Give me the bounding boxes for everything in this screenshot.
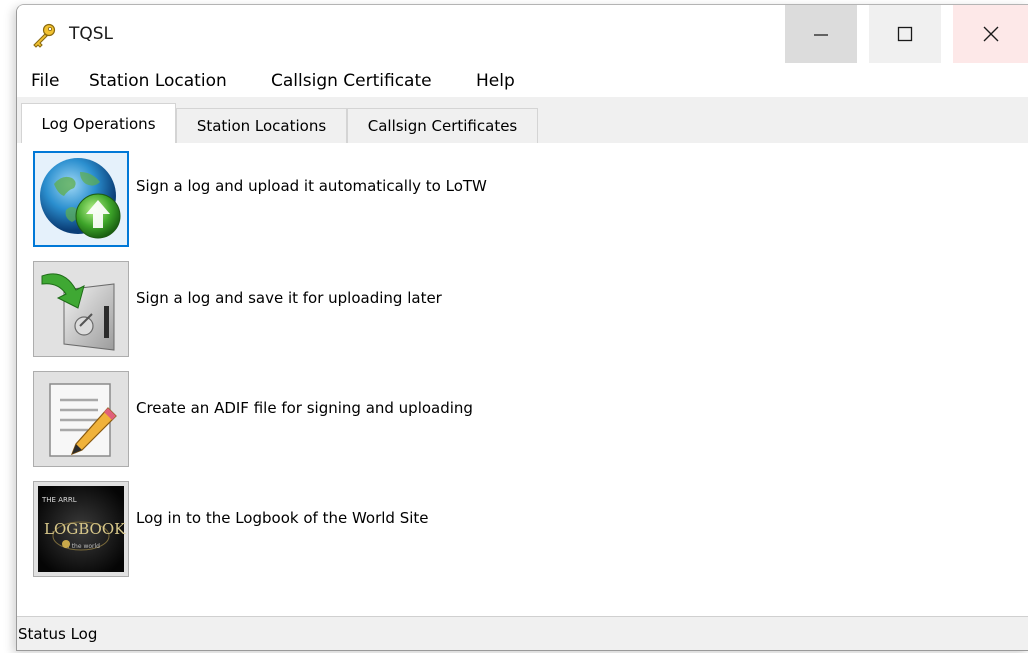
sign-and-upload-label: Sign a log and upload it automatically t… [136, 177, 487, 195]
svg-text:THE ARRL: THE ARRL [41, 496, 77, 504]
tab-label: Callsign Certificates [367, 117, 518, 135]
app-window: TQSL File Station Location Callsign Cert… [16, 4, 1028, 651]
save-disk-icon [41, 273, 115, 351]
tab-label: Log Operations [41, 114, 156, 133]
window-title: TQSL [69, 24, 114, 44]
tab-log-operations[interactable]: Log Operations [21, 103, 176, 143]
tab-strip: Log Operations Station Locations Callsig… [17, 97, 1028, 143]
document-pencil-icon [49, 383, 117, 457]
logbook-icon: THE ARRL LOGBOOK of the world [38, 486, 126, 572]
minimize-icon [814, 34, 828, 36]
menu-station-location[interactable]: Station Location [83, 69, 233, 93]
sign-and-upload-button[interactable] [33, 151, 129, 247]
tab-station-locations[interactable]: Station Locations [176, 108, 347, 143]
title-bar[interactable]: TQSL [17, 5, 1028, 63]
create-adif-label: Create an ADIF file for signing and uplo… [136, 399, 473, 417]
close-icon [983, 26, 999, 42]
create-adif-button[interactable] [33, 371, 129, 467]
log-operations-panel: Sign a log and upload it automatically t… [17, 143, 1028, 616]
key-icon [33, 23, 56, 48]
status-log-label: Status Log [18, 625, 98, 643]
tab-label: Station Locations [196, 117, 327, 135]
logbook-site-button[interactable]: THE ARRL LOGBOOK of the world [33, 481, 129, 577]
maximize-icon [897, 26, 913, 42]
status-log-panel[interactable]: Status Log [17, 617, 1028, 650]
tab-callsign-certificates[interactable]: Callsign Certificates [347, 108, 538, 143]
svg-text:LOGBOOK: LOGBOOK [44, 520, 126, 538]
sign-and-save-label: Sign a log and save it for uploading lat… [136, 289, 442, 307]
menu-bar: File Station Location Callsign Certifica… [17, 63, 1028, 97]
maximize-button[interactable] [869, 5, 941, 63]
globe-upload-icon [40, 158, 121, 239]
logbook-site-label: Log in to the Logbook of the World Site [136, 509, 429, 527]
menu-callsign-certificate[interactable]: Callsign Certificate [265, 69, 438, 93]
minimize-button[interactable] [785, 5, 857, 63]
menu-help[interactable]: Help [470, 69, 521, 93]
menu-file[interactable]: File [25, 69, 65, 93]
sign-and-save-button[interactable] [33, 261, 129, 357]
close-button[interactable] [953, 5, 1028, 63]
